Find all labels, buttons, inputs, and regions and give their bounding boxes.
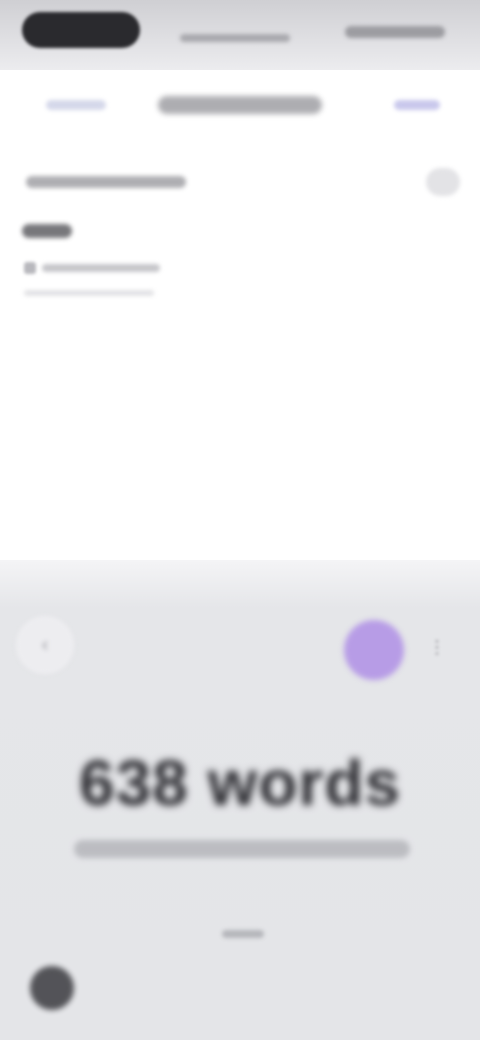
list-item-icon — [24, 262, 36, 274]
status-time-pill — [22, 12, 140, 48]
keyboard-button[interactable] — [30, 966, 74, 1010]
nav-title — [158, 96, 322, 114]
nav-action-button[interactable] — [394, 100, 440, 110]
section-header — [26, 176, 186, 188]
word-count-label: 638 words — [78, 747, 402, 819]
nav-back-button[interactable] — [46, 100, 106, 110]
record-button[interactable] — [344, 620, 404, 680]
list-item-subtitle — [42, 264, 160, 272]
sheet-caption — [74, 840, 410, 858]
more-icon[interactable]: ⋮ — [428, 638, 446, 656]
chevron-icon: ‹ — [41, 633, 49, 656]
page-indicator — [222, 930, 264, 938]
section-action-icon[interactable] — [426, 168, 460, 196]
status-center-indicator — [180, 34, 290, 42]
list-item-title[interactable] — [22, 224, 72, 238]
sheet-close-button[interactable]: ‹ — [16, 616, 74, 674]
list-item-meta — [24, 290, 154, 296]
status-icons — [345, 26, 445, 38]
